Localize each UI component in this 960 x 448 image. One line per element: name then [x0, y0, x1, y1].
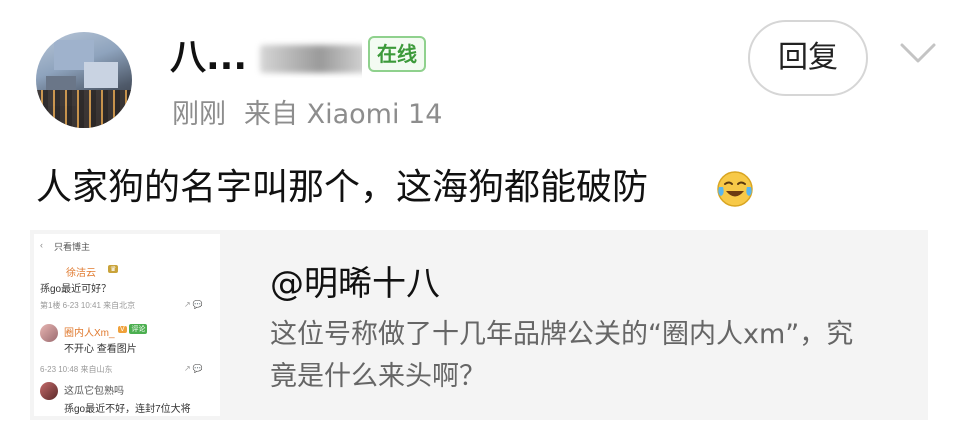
- avatar-mosaic: [84, 62, 118, 88]
- username[interactable]: 八...: [170, 38, 362, 78]
- quoted-post-excerpt-line-1: 这位号称做了十几年品牌公关的“圈内人xm”，究: [270, 319, 854, 350]
- online-badge: 在线: [368, 36, 426, 72]
- reply-button[interactable]: 回复: [748, 20, 868, 96]
- thumb-comment-1: 孫go最近可好？: [40, 284, 112, 295]
- post-text: 人家狗的名字叫那个，这海狗都能破防: [36, 167, 649, 208]
- thumb-meta-2: 6-23 10:48 来自山东: [40, 365, 113, 374]
- laughing-crying-icon: [717, 171, 753, 207]
- chevron-down-icon[interactable]: [898, 40, 938, 66]
- thumb-commenter-1: 徐洁云: [66, 268, 96, 279]
- username-obscured: [259, 45, 362, 73]
- share-icon: ↗ 💬: [184, 300, 203, 309]
- quoted-post-card[interactable]: 只看博主 ‹ 徐洁云 ♛ 孫go最近可好？ 第1楼 6-23 10:41 来自北…: [30, 230, 928, 420]
- thumb-comment-2: 不开心 查看图片: [64, 344, 137, 355]
- quoted-post-thumbnail: 只看博主 ‹ 徐洁云 ♛ 孫go最近可好？ 第1楼 6-23 10:41 来自北…: [34, 234, 220, 416]
- post-time: 刚刚: [172, 99, 226, 130]
- vip-badge-icon: V 评论: [118, 324, 148, 335]
- username-text: 八...: [170, 38, 248, 78]
- thumb-avatar-2: [40, 324, 58, 342]
- user-avatar[interactable]: [36, 32, 132, 128]
- share-icon: ↗ 💬: [184, 364, 203, 373]
- thumb-commenter-3: 这瓜它包熟吗: [64, 386, 124, 397]
- thumb-avatar-3: [40, 382, 58, 400]
- avatar-cityscape: [36, 90, 132, 128]
- quoted-post-author: @明晞十八: [270, 264, 440, 304]
- thumb-header: 只看博主: [54, 242, 91, 252]
- post-meta: 刚刚 来自 Xiaomi 14: [172, 92, 442, 131]
- thumb-comment-3: 孫go最近不好，连封7位大将: [64, 404, 191, 415]
- thumb-commenter-2: 圈内人Xm_: [64, 328, 115, 339]
- back-arrow-icon: ‹: [40, 240, 43, 250]
- quoted-post-excerpt: 这位号称做了十几年品牌公关的“圈内人xm”，究 竟是什么来头啊？: [270, 314, 910, 398]
- crown-badge-icon: ♛: [108, 265, 119, 274]
- thumb-meta-1: 第1楼 6-23 10:41 来自北京: [40, 301, 136, 310]
- quoted-post-excerpt-line-2: 竟是什么来头啊？: [270, 361, 486, 392]
- post-source: 来自 Xiaomi 14: [244, 99, 443, 130]
